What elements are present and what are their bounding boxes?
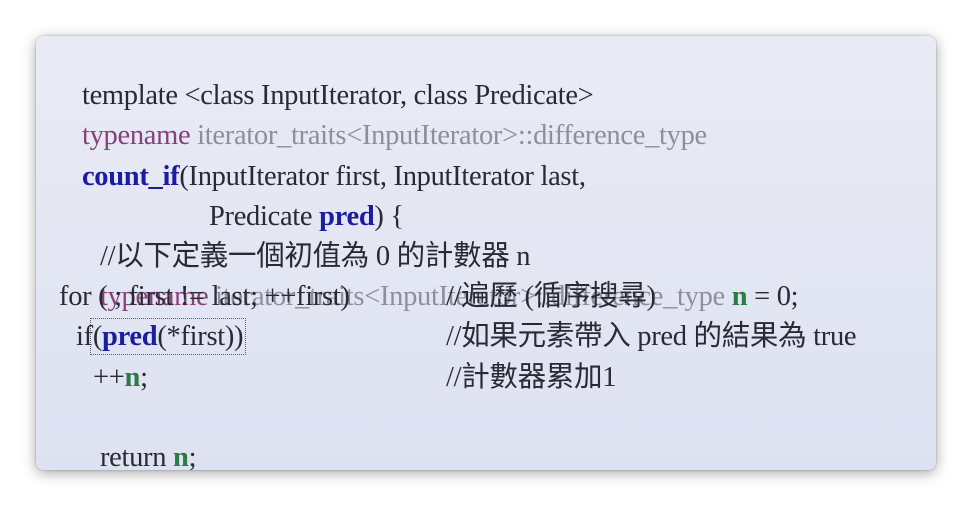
counter-var: n	[173, 441, 189, 470]
semicolon: ;	[188, 441, 197, 470]
predicate-type: Predicate	[208, 200, 320, 232]
code-line-8: if(pred(*first)) //如果元素帶入 pred 的結果為 true	[41, 317, 931, 357]
code-slide: template <class InputIterator, class Pre…	[36, 36, 936, 470]
parameter-list: (InputIterator first, InputIterator last…	[179, 160, 586, 192]
typename-keyword: typename	[81, 120, 191, 152]
increment-statement: ++n;	[93, 358, 446, 398]
if-keyword: if	[76, 321, 93, 353]
return-type: iterator_traits<InputIterator>::differen…	[190, 120, 707, 152]
return-keyword: return	[99, 441, 174, 470]
code-line-10: return n;	[41, 398, 931, 470]
pred-call: pred	[102, 321, 158, 353]
code-line-7: for ( ; first != last; ++first) //遍歷 (循序…	[41, 277, 931, 317]
code-block: template <class InputIterator, class Pre…	[41, 36, 931, 470]
pred-args: (*first))	[157, 321, 244, 353]
template-declaration: template <class InputIterator, class Pre…	[81, 80, 594, 112]
code-line-1: template <class InputIterator, class Pre…	[41, 36, 931, 111]
pred-param: pred	[319, 200, 375, 232]
code-line-9: ++n; //計數器累加1	[41, 358, 931, 398]
counter-var: n	[124, 361, 141, 393]
semicolon: ;	[140, 361, 148, 393]
increment-op: ++	[93, 361, 125, 393]
comment-condition: //如果元素帶入 pred 的結果為 true	[446, 321, 857, 353]
open-paren: (	[92, 321, 103, 353]
if-statement: if(pred(*first))	[76, 317, 446, 357]
comment-increment: //計數器累加1	[446, 361, 617, 393]
for-statement: for ( ; first != last; ++first)	[59, 281, 350, 313]
comment-loop: //遍歷 (循序搜尋)	[446, 281, 656, 313]
comment-counter: //以下定義一個初值為 0 的計數器 n	[99, 240, 531, 272]
function-name: count_if	[81, 160, 180, 192]
selected-condition[interactable]: (pred(*first))	[89, 318, 247, 356]
open-brace: ) {	[374, 200, 404, 232]
